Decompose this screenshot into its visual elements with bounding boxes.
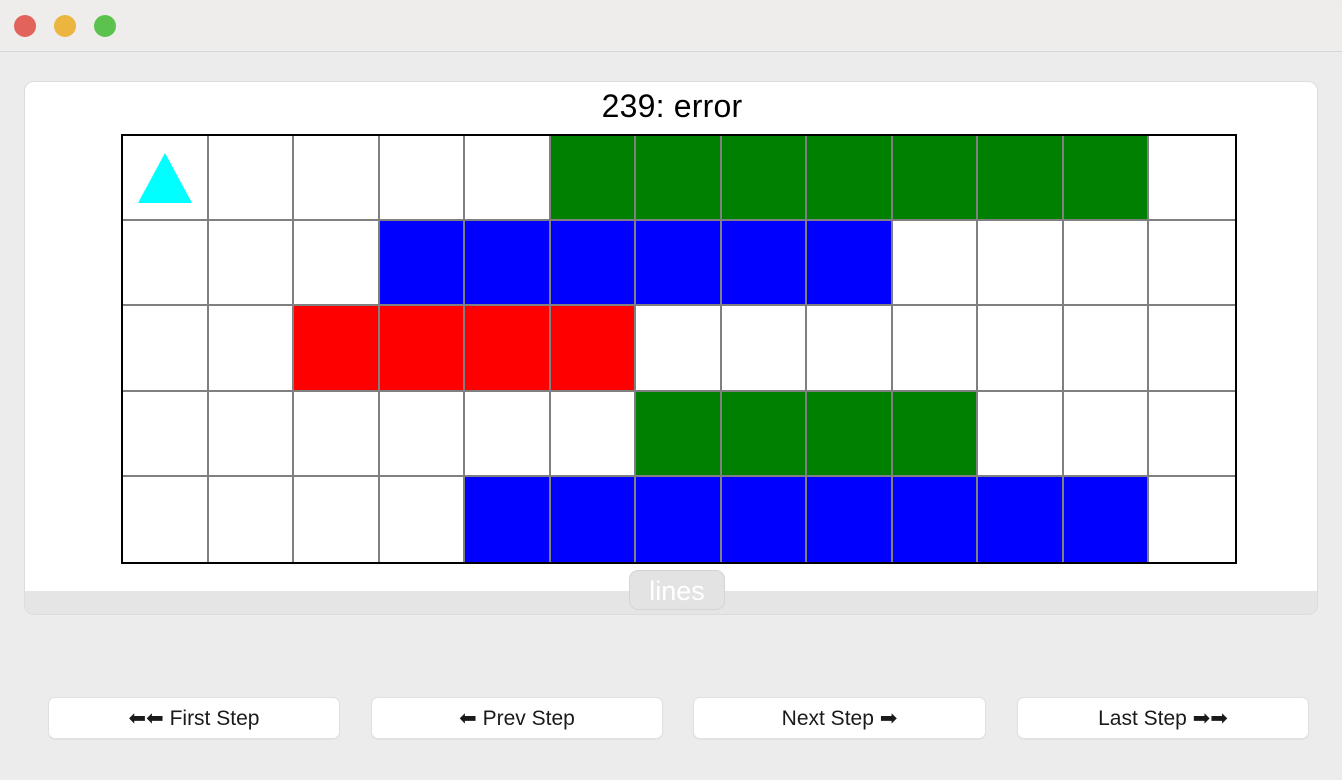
grid-cell [1063, 221, 1150, 307]
grid-cell [550, 391, 637, 477]
grid-cell [978, 391, 1064, 477]
traffic-light-group [14, 15, 116, 37]
grid-cell [892, 391, 979, 477]
grid-cell [1063, 391, 1150, 477]
grid-cell [294, 221, 380, 307]
chart-canvas: 239: error [25, 82, 1317, 591]
grid-cell [721, 476, 808, 562]
chart-title: 239: error [601, 88, 743, 124]
grid-cell [721, 306, 808, 392]
grid-cell [892, 476, 979, 562]
grid-cell [636, 391, 722, 477]
grid-cell [294, 306, 380, 392]
grid-cell [807, 221, 893, 307]
grid-cell [123, 221, 209, 307]
legend-item-lines[interactable]: lines [629, 570, 725, 610]
grid-cell [1063, 306, 1150, 392]
grid-cell [379, 136, 466, 222]
grid-cell [807, 391, 893, 477]
grid-cell [123, 306, 209, 392]
grid-cell [465, 306, 551, 392]
grid-cell [636, 476, 722, 562]
grid-cell [721, 136, 808, 222]
grid-cell [208, 221, 295, 307]
grid-cell [550, 306, 637, 392]
grid-cell [379, 306, 466, 392]
first-step-button[interactable]: ⬅⬅ First Step [48, 697, 340, 739]
grid-cell [123, 391, 209, 477]
grid-cell [892, 136, 979, 222]
grid-cell [1149, 221, 1235, 307]
grid-cell [379, 221, 466, 307]
position-marker-triangle-icon [137, 152, 192, 203]
grid-cell [379, 476, 466, 562]
grid-cell [1149, 306, 1235, 392]
window-titlebar [0, 0, 1342, 52]
grid-cell [892, 306, 979, 392]
grid-cell [807, 476, 893, 562]
grid-cell [123, 136, 209, 222]
grid-cell [208, 476, 295, 562]
grid-cell [1149, 476, 1235, 562]
grid-cell [294, 476, 380, 562]
cell-grid [123, 136, 1235, 562]
grid-cell [208, 306, 295, 392]
grid-cell [721, 221, 808, 307]
grid-cell [465, 391, 551, 477]
grid-cell [379, 391, 466, 477]
grid-cell [294, 391, 380, 477]
close-window-button[interactable] [14, 15, 36, 37]
grid-cell [978, 136, 1064, 222]
grid-cell [978, 221, 1064, 307]
grid-cell [1063, 476, 1150, 562]
grid-container [121, 134, 1237, 564]
grid-cell [1149, 391, 1235, 477]
grid-cell [978, 476, 1064, 562]
grid-cell [294, 136, 380, 222]
maximize-window-button[interactable] [94, 15, 116, 37]
grid-cell [1063, 136, 1150, 222]
grid-cell [123, 476, 209, 562]
grid-cell [636, 136, 722, 222]
chart-card: 239: error lines [24, 81, 1318, 615]
prev-step-button[interactable]: ⬅ Prev Step [371, 697, 663, 739]
grid-cell [465, 221, 551, 307]
grid-cell [465, 476, 551, 562]
grid-cell [721, 391, 808, 477]
grid-cell [636, 306, 722, 392]
grid-cell [208, 391, 295, 477]
grid-cell [892, 221, 979, 307]
grid-cell [550, 136, 637, 222]
next-step-button[interactable]: Next Step ➡ [693, 697, 986, 739]
minimize-window-button[interactable] [54, 15, 76, 37]
legend-strip: lines [25, 570, 1317, 614]
last-step-button[interactable]: Last Step ➡➡ [1017, 697, 1309, 739]
grid-cell [807, 306, 893, 392]
grid-cell [978, 306, 1064, 392]
grid-cell [550, 221, 637, 307]
grid-cell [1149, 136, 1235, 222]
grid-cell [550, 476, 637, 562]
step-controls-toolbar: ⬅⬅ First Step ⬅ Prev Step Next Step ➡ La… [0, 697, 1342, 739]
grid-cell [465, 136, 551, 222]
grid-cell [636, 221, 722, 307]
grid-cell [807, 136, 893, 222]
grid-cell [208, 136, 295, 222]
